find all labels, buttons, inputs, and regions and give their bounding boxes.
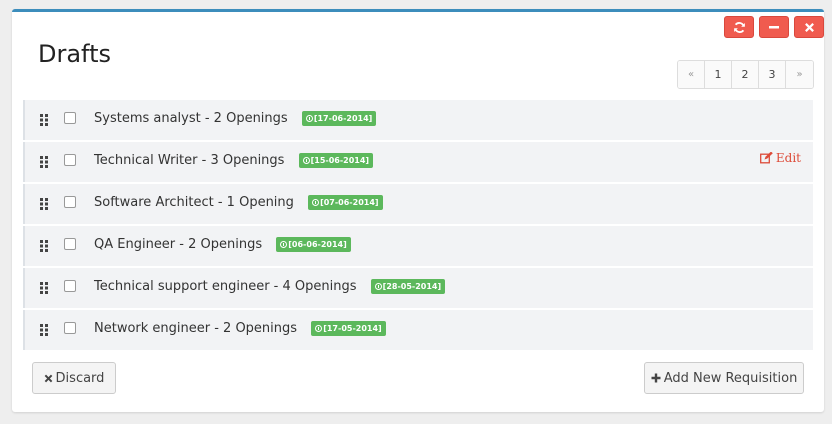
- item-title: Technical support engineer - 4 Openings: [94, 279, 357, 294]
- date-label: [28-05-2014]: [382, 282, 442, 291]
- item-checkbox[interactable]: [64, 322, 76, 334]
- list-item[interactable]: Technical Writer - 3 Openings [15-06-201…: [23, 142, 813, 182]
- edit-label: Edit: [775, 151, 801, 165]
- refresh-button[interactable]: [724, 16, 754, 38]
- date-badge: [17-05-2014]: [311, 321, 386, 336]
- date-badge: [28-05-2014]: [370, 279, 446, 294]
- item-title: Technical Writer - 3 Openings: [94, 153, 285, 168]
- close-icon: [44, 374, 52, 382]
- item-checkbox[interactable]: [64, 280, 76, 292]
- item-text: Technical Writer - 3 Openings [15-06-201…: [94, 153, 374, 168]
- clock-icon: [315, 325, 323, 332]
- add-new-requisition-button[interactable]: Add New Requisition: [644, 362, 804, 394]
- edit-icon: [759, 152, 773, 164]
- item-title: Network engineer - 2 Openings: [94, 321, 298, 336]
- plus-icon: [651, 373, 661, 383]
- clock-icon: [305, 115, 313, 122]
- pagination-page-1[interactable]: 1: [705, 61, 732, 88]
- drag-handle-icon[interactable]: [38, 113, 50, 127]
- date-label: [07-06-2014]: [320, 198, 379, 207]
- item-checkbox[interactable]: [64, 112, 76, 124]
- date-badge: [07-06-2014]: [308, 195, 383, 210]
- drafts-panel: Drafts « 1 2 3 » Systems analyst - 2 Ope…: [12, 9, 824, 412]
- edit-link[interactable]: Edit: [759, 151, 801, 165]
- pagination: « 1 2 3 »: [677, 60, 814, 89]
- discard-label: Discard: [55, 370, 105, 386]
- clock-icon: [302, 157, 310, 164]
- drag-handle-icon[interactable]: [38, 239, 50, 253]
- item-text: Software Architect - 1 Opening [07-06-20…: [94, 195, 383, 210]
- item-text: QA Engineer - 2 Openings [06-06-2014]: [94, 237, 351, 252]
- date-label: [06-06-2014]: [288, 240, 347, 249]
- item-text: Systems analyst - 2 Openings [17-06-2014…: [94, 111, 377, 126]
- date-label: [17-06-2014]: [313, 114, 373, 123]
- clock-icon: [374, 283, 382, 290]
- drag-handle-icon[interactable]: [38, 197, 50, 211]
- item-title: QA Engineer - 2 Openings: [94, 237, 263, 252]
- item-checkbox[interactable]: [64, 154, 76, 166]
- close-icon: [804, 22, 814, 32]
- list-item[interactable]: QA Engineer - 2 Openings [06-06-2014]: [23, 226, 813, 266]
- date-label: [15-06-2014]: [310, 156, 370, 165]
- pagination-page-3[interactable]: 3: [759, 61, 786, 88]
- date-badge: [06-06-2014]: [276, 237, 351, 252]
- panel-tools: [724, 16, 824, 38]
- drag-handle-icon[interactable]: [38, 281, 50, 295]
- list-item[interactable]: Technical support engineer - 4 Openings …: [23, 268, 813, 308]
- pagination-prev[interactable]: «: [678, 61, 705, 88]
- item-title: Systems analyst - 2 Openings: [94, 111, 288, 126]
- remove-button[interactable]: [794, 16, 824, 38]
- drag-handle-icon[interactable]: [38, 155, 50, 169]
- date-label: [17-05-2014]: [323, 324, 382, 333]
- discard-button[interactable]: Discard: [32, 362, 116, 394]
- date-badge: [15-06-2014]: [298, 153, 374, 168]
- item-text: Technical support engineer - 4 Openings …: [94, 279, 446, 294]
- collapse-button[interactable]: [759, 16, 789, 38]
- pagination-page-2[interactable]: 2: [732, 61, 759, 88]
- list-item[interactable]: Software Architect - 1 Opening [07-06-20…: [23, 184, 813, 224]
- minus-icon: [769, 26, 779, 29]
- date-badge: [17-06-2014]: [301, 111, 377, 126]
- list-item[interactable]: Systems analyst - 2 Openings [17-06-2014…: [23, 100, 813, 140]
- item-checkbox[interactable]: [64, 196, 76, 208]
- list-item[interactable]: Network engineer - 2 Openings [17-05-201…: [23, 310, 813, 350]
- item-checkbox[interactable]: [64, 238, 76, 250]
- pagination-next[interactable]: »: [786, 61, 813, 88]
- drag-handle-icon[interactable]: [38, 323, 50, 337]
- clock-icon: [280, 241, 288, 248]
- add-requisition-label: Add New Requisition: [663, 370, 798, 386]
- drafts-list: Systems analyst - 2 Openings [17-06-2014…: [23, 100, 813, 352]
- item-text: Network engineer - 2 Openings [17-05-201…: [94, 321, 386, 336]
- clock-icon: [312, 199, 320, 206]
- panel-title: Drafts: [38, 40, 111, 68]
- refresh-icon: [733, 21, 745, 33]
- item-title: Software Architect - 1 Opening: [94, 195, 294, 210]
